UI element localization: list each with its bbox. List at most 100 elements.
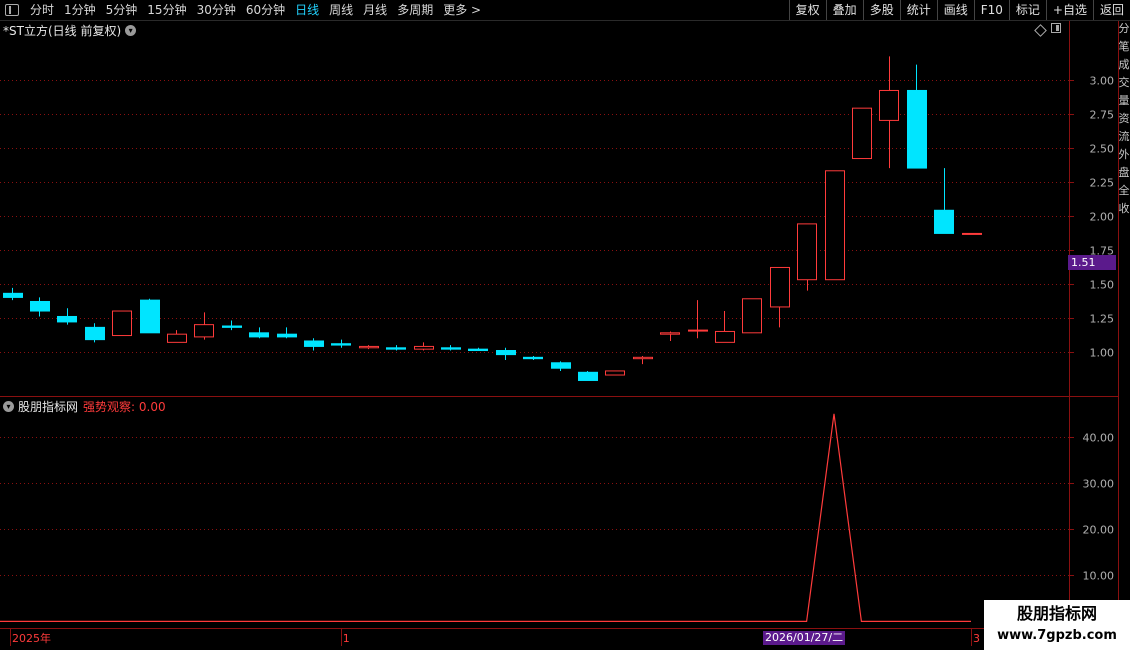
kline-chart[interactable]: 1.001.251.501.752.002.252.502.753.0010.0… xyxy=(0,0,1130,650)
chevron-down-icon[interactable]: ▾ xyxy=(125,25,137,36)
toolbar-button[interactable]: 统计 xyxy=(899,0,937,20)
stock-title: *ST立方(日线 前复权) xyxy=(3,24,122,38)
toolbar-button[interactable]: +自选 xyxy=(1045,0,1093,20)
right-strip-tab[interactable]: 盘 xyxy=(1118,164,1130,182)
time-tick-label: 2025年 xyxy=(12,631,51,645)
date-cursor-label: 2026/01/27/二 xyxy=(763,631,846,645)
candle-body[interactable] xyxy=(359,345,379,349)
chart-tools xyxy=(1034,23,1061,37)
indicator-tick-label: 10.00 xyxy=(1083,570,1115,583)
period-tab[interactable]: 日线 xyxy=(290,0,324,20)
time-tick-label: 1 xyxy=(343,632,350,645)
candle-body[interactable] xyxy=(962,232,982,235)
candle-body[interactable] xyxy=(523,356,543,360)
period-tab[interactable]: 更多 > xyxy=(438,0,486,20)
candle-body[interactable] xyxy=(85,326,105,341)
candle-body[interactable] xyxy=(715,330,735,343)
price-tick-label: 3.00 xyxy=(1090,75,1115,88)
indicator-header: ▾ 股朋指标网 强势观察: 0.00 xyxy=(3,398,166,415)
indicator-series-label: 强势观察: 0.00 xyxy=(83,400,166,414)
right-tab-strip: 分笔成交量资流外盘全收 xyxy=(1118,20,1130,400)
candle-body[interactable] xyxy=(468,348,488,352)
period-tab[interactable]: 60分钟 xyxy=(241,0,290,20)
toolbar-button[interactable]: 画线 xyxy=(936,0,974,20)
right-strip-tab[interactable]: 全 xyxy=(1118,182,1130,200)
candle-body[interactable] xyxy=(57,315,77,323)
watermark: 股朋指标网 www.7gpzb.com xyxy=(984,600,1130,650)
right-strip-tab[interactable]: 交 xyxy=(1118,74,1130,92)
toolbar-button[interactable]: 多股 xyxy=(862,0,900,20)
window-icon[interactable] xyxy=(1051,23,1061,33)
candle-body[interactable] xyxy=(879,89,899,121)
candle-body[interactable] xyxy=(660,332,680,335)
candle-body[interactable] xyxy=(797,223,817,281)
candle-body[interactable] xyxy=(3,292,23,298)
price-tick-label: 1.00 xyxy=(1090,347,1115,360)
chart-title: *ST立方(日线 前复权) ▾ xyxy=(3,22,137,39)
panel-toggle-icon[interactable] xyxy=(5,4,19,16)
toolbar-button[interactable]: 叠加 xyxy=(825,0,863,20)
last-price-tag: 1.51 xyxy=(1068,255,1116,270)
right-strip-tab[interactable]: 笔 xyxy=(1118,38,1130,56)
period-toolbar: 分时 1分钟 5分钟 15分钟 30分钟 60分钟 日线 周线 月线 多周期 更多 > 复权 叠加 多股… xyxy=(0,0,1130,21)
candle-body[interactable] xyxy=(551,362,571,369)
indicator-tick-label: 20.00 xyxy=(1083,524,1115,537)
candle-body[interactable] xyxy=(688,329,708,332)
price-tick-label: 1.25 xyxy=(1090,313,1115,326)
price-tick-label: 2.75 xyxy=(1090,109,1115,122)
period-tab[interactable]: 分时 xyxy=(25,0,59,20)
indicator-tick-label: 30.00 xyxy=(1083,478,1115,491)
candle-body[interactable] xyxy=(770,266,790,308)
right-strip-tab[interactable]: 资 xyxy=(1118,110,1130,128)
candle-body[interactable] xyxy=(140,299,160,334)
toolbar-button[interactable]: F10 xyxy=(973,0,1009,20)
toolbar-button[interactable]: 返回 xyxy=(1092,0,1130,20)
toolbar-button[interactable]: 复权 xyxy=(788,0,826,20)
price-tick-label: 1.50 xyxy=(1090,279,1115,292)
candle-body[interactable] xyxy=(907,89,927,169)
candle-body[interactable] xyxy=(30,301,50,312)
candle-body[interactable] xyxy=(222,325,242,328)
period-tab[interactable]: 月线 xyxy=(358,0,392,20)
price-tick-label: 2.00 xyxy=(1090,211,1115,224)
candle-body[interactable] xyxy=(605,370,625,376)
chevron-down-icon[interactable]: ▾ xyxy=(3,401,14,412)
candle-body[interactable] xyxy=(742,298,762,334)
candle-body[interactable] xyxy=(304,340,324,347)
right-strip-tab[interactable]: 收 xyxy=(1118,200,1130,218)
candle-body[interactable] xyxy=(825,170,845,281)
price-tick-label: 2.50 xyxy=(1090,143,1115,156)
right-strip-tab[interactable]: 外 xyxy=(1118,146,1130,164)
candle-body[interactable] xyxy=(934,209,954,234)
period-tab[interactable]: 15分钟 xyxy=(142,0,191,20)
candle-body[interactable] xyxy=(633,356,653,360)
candle-body[interactable] xyxy=(852,107,872,160)
indicator-name[interactable]: 股朋指标网 xyxy=(18,398,78,415)
watermark-title: 股朋指标网 xyxy=(1016,604,1097,623)
candle-body[interactable] xyxy=(277,333,297,338)
right-strip-tab[interactable]: 流 xyxy=(1118,128,1130,146)
candle-body[interactable] xyxy=(194,324,214,338)
period-tab[interactable]: 周线 xyxy=(324,0,358,20)
right-strip-tab[interactable]: 成 xyxy=(1118,56,1130,74)
period-tab[interactable]: 多周期 xyxy=(392,0,438,20)
diamond-icon[interactable] xyxy=(1034,24,1047,37)
period-tab[interactable]: 1分钟 xyxy=(59,0,101,20)
candle-body[interactable] xyxy=(167,333,187,343)
price-tick-label: 2.25 xyxy=(1090,177,1115,190)
candle-body[interactable] xyxy=(331,343,351,346)
candle-body[interactable] xyxy=(578,371,598,381)
period-tab[interactable]: 30分钟 xyxy=(192,0,241,20)
candle-body[interactable] xyxy=(441,347,461,350)
right-strip-tab[interactable]: 量 xyxy=(1118,92,1130,110)
candle-body[interactable] xyxy=(249,332,269,338)
indicator-tick-label: 40.00 xyxy=(1083,432,1115,445)
candle-body[interactable] xyxy=(496,350,516,356)
candle-body[interactable] xyxy=(386,347,406,350)
toolbar-button[interactable]: 标记 xyxy=(1008,0,1046,20)
candle-body[interactable] xyxy=(112,310,132,337)
period-tab[interactable]: 5分钟 xyxy=(101,0,143,20)
candle-body[interactable] xyxy=(414,345,434,350)
time-tick-label: 3 xyxy=(973,632,980,645)
right-strip-tab[interactable]: 分 xyxy=(1118,20,1130,38)
